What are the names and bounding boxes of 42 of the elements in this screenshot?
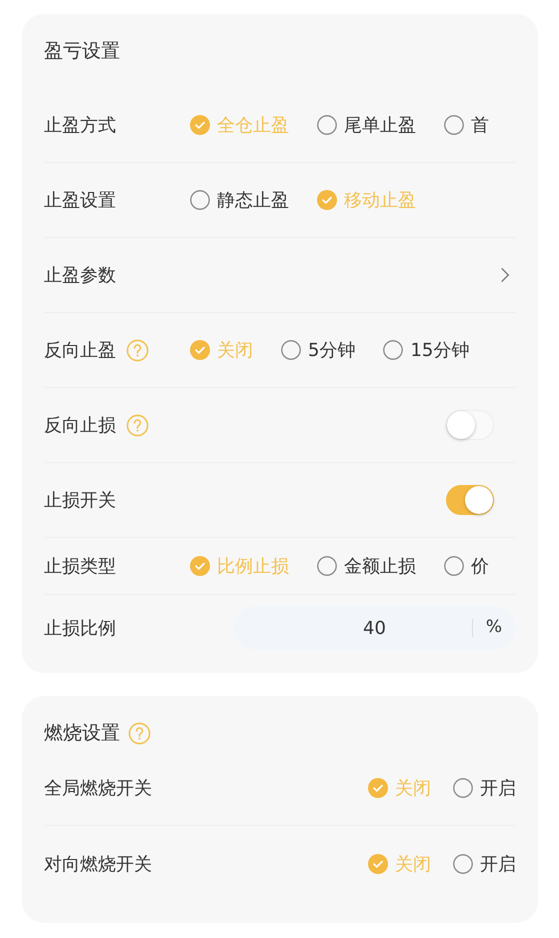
setting-label: 止盈设置 <box>44 189 116 212</box>
radio-option[interactable]: 15分钟 <box>383 338 470 362</box>
radio-icon <box>444 556 464 576</box>
radio-icon <box>281 340 301 360</box>
setting-label: 止损开关 <box>44 489 116 512</box>
checked-radio-icon <box>190 340 210 360</box>
radio-option[interactable]: 价 <box>444 554 489 578</box>
checked-radio-icon <box>368 778 388 798</box>
setting-label: 止盈参数 <box>44 264 116 287</box>
radio-icon <box>444 115 464 135</box>
section-title: 盈亏设置 <box>44 39 120 64</box>
radio-option[interactable]: 开启 <box>453 852 516 876</box>
radio-icon <box>317 115 337 135</box>
help-icon[interactable] <box>126 338 149 362</box>
setting-label: 反向止盈 <box>44 339 116 362</box>
radio-icon <box>383 340 404 360</box>
radio-option[interactable]: 尾单止盈 <box>317 113 416 137</box>
help-icon[interactable] <box>126 414 149 436</box>
setting-label: 止损类型 <box>44 555 116 578</box>
setting-label: 止损比例 <box>44 617 116 640</box>
radio-icon <box>453 854 473 874</box>
radio-icon <box>317 556 337 576</box>
setting-label: 对向燃烧开关 <box>44 852 152 876</box>
setting-label: 反向止损 <box>44 414 116 437</box>
radio-option[interactable]: 5分钟 <box>281 338 356 362</box>
checked-radio-icon <box>190 115 210 135</box>
checked-radio-icon <box>317 190 337 210</box>
section-title: 燃烧设置 <box>44 721 120 746</box>
unit-label: % <box>486 617 502 637</box>
radio-option[interactable]: 开启 <box>453 776 516 800</box>
setting-label: 止盈方式 <box>44 114 116 137</box>
checked-radio-icon <box>190 556 210 576</box>
radio-option[interactable]: 静态止盈 <box>190 188 289 212</box>
checked-radio-icon <box>368 854 388 874</box>
help-icon[interactable] <box>128 722 151 744</box>
toggle-switch[interactable] <box>446 485 494 515</box>
radio-option[interactable]: 金额止损 <box>317 554 416 578</box>
radio-icon <box>190 190 210 210</box>
setting-label: 全局燃烧开关 <box>44 776 152 800</box>
radio-icon <box>453 778 473 798</box>
chevron-right-icon[interactable] <box>500 266 510 284</box>
radio-option[interactable]: 首 <box>444 113 489 137</box>
